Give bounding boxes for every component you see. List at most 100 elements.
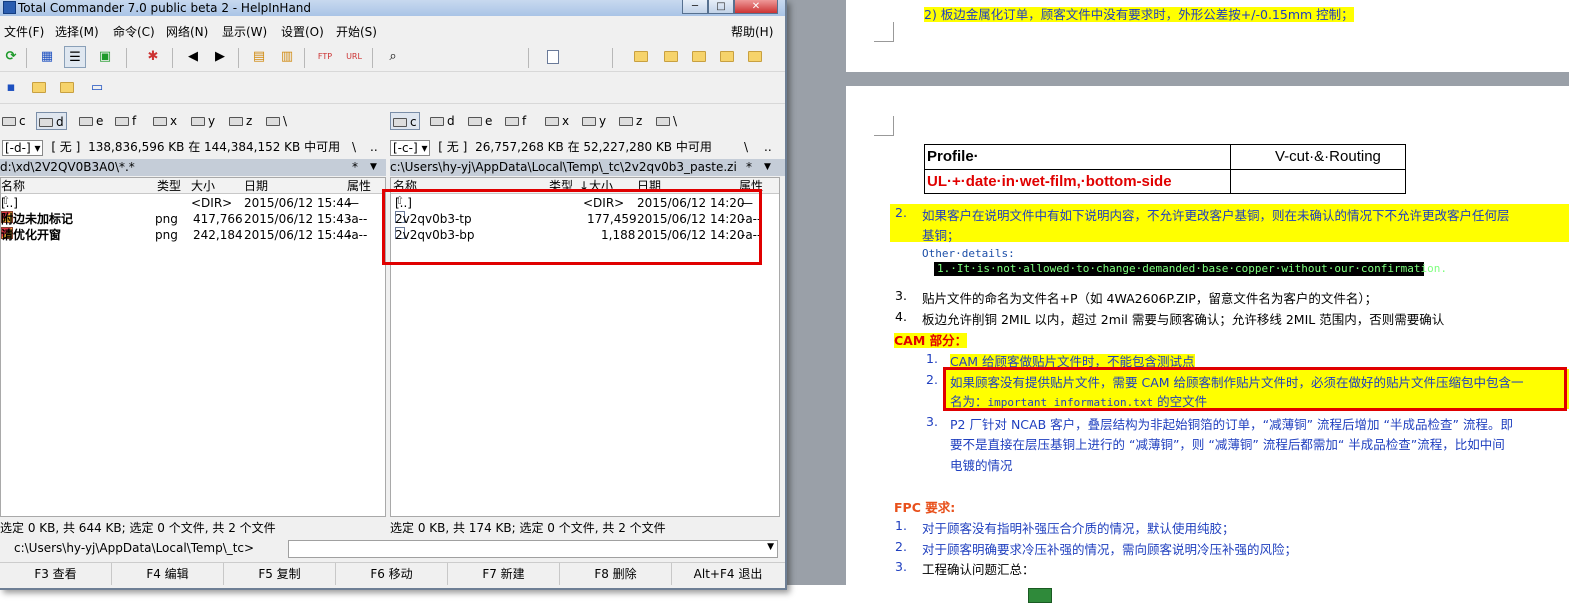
fpc2-number: 2.: [895, 539, 907, 554]
right-up-button[interactable]: ..: [764, 138, 772, 156]
col-date[interactable]: 日期: [244, 178, 268, 194]
drive-button-x[interactable]: x: [545, 112, 569, 130]
left-up-button[interactable]: ..: [370, 138, 378, 156]
excel-icon[interactable]: [1028, 588, 1052, 603]
folder-icon[interactable]: [688, 46, 710, 68]
col-size[interactable]: 大小: [191, 178, 215, 194]
function-key-bar: F3 查看 F4 编辑 F5 复制 F6 移动 F7 新建 F8 删除 Alt+…: [0, 562, 785, 585]
title-bar[interactable]: Total Commander 7.0 public beta 2 - Help…: [0, 0, 785, 16]
item4-number: 4.: [895, 309, 907, 324]
drive-button-f[interactable]: f: [505, 112, 526, 130]
unpack-icon[interactable]: ▥: [276, 46, 298, 68]
code-line: 1.·It·is·not·allowed·to·change·demanded·…: [937, 262, 1447, 275]
col-ext[interactable]: 类型: [157, 178, 181, 194]
col-attr[interactable]: 属性: [347, 178, 371, 194]
left-volume-label: [ 无 ]: [51, 140, 81, 154]
ftp-icon[interactable]: FTP: [314, 46, 336, 68]
right-history-arrow[interactable]: ▼: [764, 159, 771, 176]
drive-button-e[interactable]: e: [79, 112, 103, 130]
detailed-view-icon[interactable]: ☰: [64, 46, 86, 68]
f4-edit-button[interactable]: F4 编辑: [112, 563, 224, 585]
drive-button-x[interactable]: x: [153, 112, 177, 130]
altf4-exit-button[interactable]: Alt+F4 退出: [672, 563, 784, 585]
window-icon[interactable]: ▭: [86, 77, 108, 99]
right-drive-bar: c d e f x y z \: [390, 110, 785, 132]
command-dropdown-arrow[interactable]: ▼: [767, 542, 774, 552]
f7-newfolder-button[interactable]: F7 新建: [448, 563, 560, 585]
left-path: d:\xd\2V2QV0B3A0\*.*: [0, 160, 135, 174]
menu-net[interactable]: 网络(N): [166, 23, 208, 40]
page-gap: [780, 72, 1569, 86]
left-path-bar[interactable]: d:\xd\2V2QV0B3A0\*.* * ▼: [0, 159, 386, 176]
menu-file[interactable]: 文件(F): [4, 23, 44, 40]
forward-icon[interactable]: ▶: [209, 46, 231, 68]
drive-button-z[interactable]: z: [229, 112, 252, 130]
left-root-button[interactable]: \: [352, 138, 356, 156]
drive-button-c[interactable]: c: [2, 112, 26, 130]
table-cell-vcut: V-cut·&·Routing: [1275, 148, 1381, 165]
cam3-text-cont: 要不是直接在层压基铜上进行的 “减薄铜”，则 “减薄铜” 流程后都需加“ 半成品…: [950, 437, 1505, 452]
file-row[interactable]: 请优化开窗 png 242,184 2015/06/12 15:44 -a--: [1, 227, 385, 243]
f5-copy-button[interactable]: F5 复制: [224, 563, 336, 585]
drive-button-c[interactable]: c: [390, 112, 420, 130]
drive-button-d[interactable]: d: [430, 112, 455, 130]
drive-button-network[interactable]: \: [656, 112, 677, 130]
invert-selection-icon[interactable]: ✱: [142, 46, 164, 68]
find-icon[interactable]: ⌕: [382, 46, 404, 68]
url-icon[interactable]: URL: [343, 46, 365, 68]
folder-icon[interactable]: [630, 46, 652, 68]
file-row[interactable]: 附边未加标记 png 417,766 2015/06/12 15:43 -a--: [1, 211, 385, 227]
folder-icon[interactable]: [744, 46, 766, 68]
notepad-icon[interactable]: [542, 46, 564, 68]
left-file-panel[interactable]: 名称 类型 大小 日期 属性 ⇧ [..] <DIR> 2015/06/12 15…: [0, 177, 386, 517]
maximize-button[interactable]: □: [708, 0, 734, 14]
drive-button-network[interactable]: \: [266, 112, 287, 130]
drive-button-z[interactable]: z: [619, 112, 642, 130]
folder-icon[interactable]: [56, 77, 78, 99]
right-path: c:\Users\hy-yj\AppData\Local\Temp\_tc\2v…: [390, 160, 737, 174]
drive-button-f[interactable]: f: [115, 112, 136, 130]
command-path: c:\Users\hy-yj\AppData\Local\Temp\_tc>: [14, 541, 255, 555]
app-icon: [3, 1, 16, 14]
folder-icon[interactable]: [716, 46, 738, 68]
menu-commands[interactable]: 命令(C): [113, 23, 155, 40]
pack-icon[interactable]: ▤: [248, 46, 270, 68]
minimize-button[interactable]: ─: [682, 0, 708, 14]
highlight-box-tc: [382, 189, 762, 265]
drive-button-y[interactable]: y: [582, 112, 606, 130]
right-history-star[interactable]: *: [746, 159, 752, 176]
fpc-section-title: FPC 要求:: [894, 500, 956, 515]
left-history-arrow[interactable]: ▼: [370, 159, 377, 176]
col-name[interactable]: 名称: [1, 178, 25, 194]
refresh-icon[interactable]: ⟳: [0, 46, 22, 68]
menu-help[interactable]: 帮助(H): [731, 23, 773, 40]
file-row[interactable]: ⇧ [..] <DIR> 2015/06/12 15:44 —: [1, 195, 385, 211]
menu-select[interactable]: 选择(M): [55, 23, 99, 40]
menu-start[interactable]: 开始(S): [336, 23, 377, 40]
menu-bar: 文件(F) 选择(M) 命令(C) 网络(N) 显示(W) 设置(O) 开始(S…: [0, 20, 785, 40]
f6-move-button[interactable]: F6 移动: [336, 563, 448, 585]
back-icon[interactable]: ◀: [182, 46, 204, 68]
drive-button-e[interactable]: e: [468, 112, 492, 130]
command-input[interactable]: ▼: [288, 540, 778, 558]
right-path-bar[interactable]: c:\Users\hy-yj\AppData\Local\Temp\_tc\2v…: [390, 159, 785, 176]
main-toolbar: ⟳ ▦ ☰ ▣ ✱ ◀ ▶ ▤ ▥ FTP URL ⌕: [0, 42, 785, 72]
right-drive-combo[interactable]: [-c-] ▾: [390, 139, 431, 156]
brief-view-icon[interactable]: ▦: [36, 46, 58, 68]
menu-show[interactable]: 显示(W): [222, 23, 267, 40]
left-free-space: 138,836,596 KB 在 144,384,152 KB 中可用: [88, 140, 341, 154]
f3-view-button[interactable]: F3 查看: [0, 563, 112, 585]
folder-icon[interactable]: [660, 46, 682, 68]
f8-delete-button[interactable]: F8 删除: [560, 563, 672, 585]
thumbnail-view-icon[interactable]: ▣: [94, 46, 116, 68]
left-history-star[interactable]: *: [352, 159, 358, 176]
save-icon[interactable]: ▪: [0, 77, 22, 99]
left-drive-combo[interactable]: [-d-] ▾: [2, 139, 44, 156]
drive-button-d[interactable]: d: [36, 112, 67, 130]
word-page-top: 2) 板边金属化订单，顾客文件中没有要求时，外形公差按+/-0.15mm 控制；: [846, 0, 1569, 72]
drive-button-y[interactable]: y: [191, 112, 215, 130]
close-button[interactable]: ✕: [734, 0, 778, 14]
right-root-button[interactable]: \: [744, 138, 748, 156]
folder-icon[interactable]: [28, 77, 50, 99]
menu-configuration[interactable]: 设置(O): [281, 23, 324, 40]
